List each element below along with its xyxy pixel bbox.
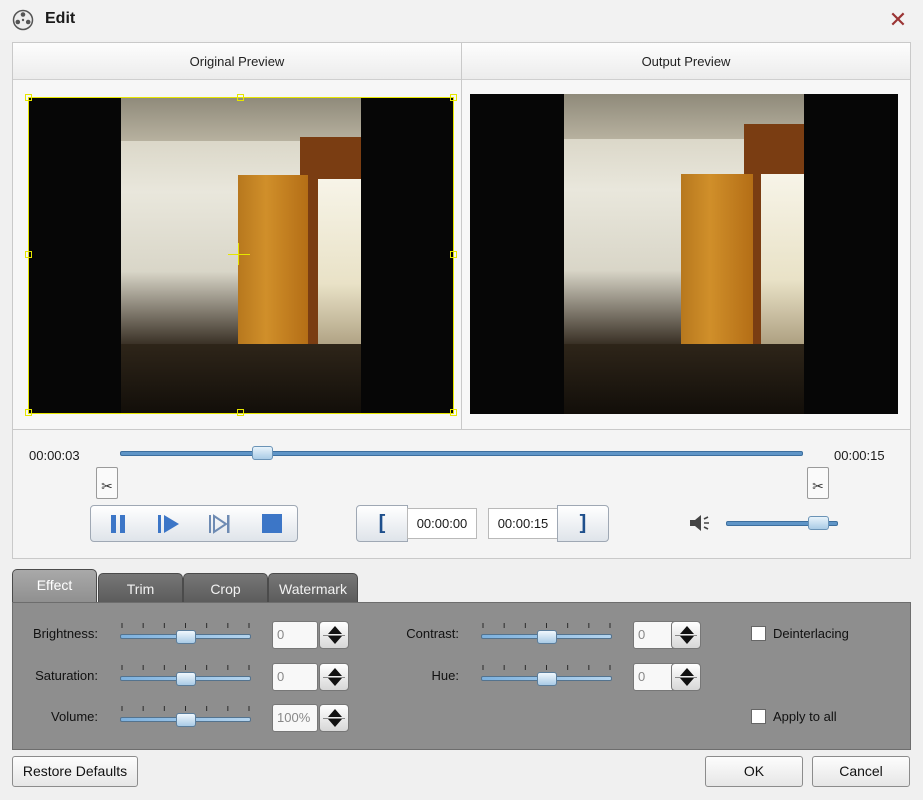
volume-label: Volume: [51, 709, 98, 724]
timeline-track[interactable] [120, 451, 803, 456]
scissors-icon: ✂ [101, 478, 113, 494]
apply-to-all-label: Apply to all [773, 709, 837, 724]
play-icon[interactable] [155, 512, 181, 536]
deinterlacing-label: Deinterlacing [773, 626, 849, 641]
tab-watermark[interactable]: Watermark [268, 573, 358, 603]
brightness-spinner-icon[interactable] [319, 621, 349, 649]
saturation-slider[interactable] [120, 664, 251, 686]
slider-knob[interactable] [175, 713, 196, 727]
title-bar: Edit ✕ [0, 0, 923, 40]
crop-handle[interactable] [450, 94, 457, 101]
volume-thumb[interactable] [807, 516, 829, 530]
contrast-slider[interactable] [481, 622, 612, 644]
current-time-label: 00:00:03 [29, 448, 80, 463]
hue-spinner-icon[interactable] [671, 663, 701, 691]
slider-knob[interactable] [175, 630, 196, 644]
crop-handle[interactable] [25, 409, 32, 416]
slider-knob[interactable] [536, 672, 557, 686]
saturation-label: Saturation: [35, 668, 98, 683]
saturation-value[interactable]: 0 [272, 663, 318, 691]
volume-slider[interactable] [120, 705, 251, 727]
cancel-button[interactable]: Cancel [812, 756, 910, 787]
preview-divider [461, 43, 462, 429]
tab-effect[interactable]: Effect [12, 569, 97, 603]
crop-handle[interactable] [25, 251, 32, 258]
tab-trim[interactable]: Trim [98, 573, 183, 603]
timeline-thumb[interactable] [252, 446, 274, 460]
crop-selection-box[interactable] [28, 97, 454, 414]
playback-controls [90, 505, 298, 542]
original-preview-header: Original Preview [13, 43, 461, 80]
volume-value[interactable]: 100% [272, 704, 318, 732]
film-reel-icon [12, 9, 34, 31]
hue-label: Hue: [431, 668, 459, 683]
slider-ticks [482, 665, 611, 670]
slider-ticks [482, 623, 611, 628]
ok-button[interactable]: OK [705, 756, 803, 787]
contrast-label: Contrast: [406, 626, 459, 641]
tab-crop[interactable]: Crop [183, 573, 268, 603]
stop-icon[interactable] [259, 512, 285, 536]
preview-area: Original Preview Output Preview [12, 42, 911, 430]
crosshair-icon [238, 243, 239, 265]
hue-slider[interactable] [481, 664, 612, 686]
slider-knob[interactable] [175, 672, 196, 686]
crosshair-icon [228, 254, 250, 255]
next-frame-icon[interactable] [207, 512, 233, 536]
apply-to-all-checkbox[interactable] [751, 709, 766, 724]
output-video-frame [470, 94, 898, 414]
total-time-label: 00:00:15 [834, 448, 885, 463]
start-time-field[interactable]: 00:00:00 [407, 508, 477, 539]
restore-defaults-button[interactable]: Restore Defaults [12, 756, 138, 787]
slider-knob[interactable] [536, 630, 557, 644]
saturation-spinner-icon[interactable] [319, 663, 349, 691]
crop-handle[interactable] [237, 409, 244, 416]
crop-handle[interactable] [450, 251, 457, 258]
trim-start-marker[interactable]: ✂ [96, 467, 118, 499]
window-title: Edit [45, 10, 76, 27]
set-end-button[interactable]: ] [557, 505, 609, 542]
slider-ticks [121, 623, 250, 628]
set-start-button[interactable]: [ [356, 505, 408, 542]
brightness-label: Brightness: [32, 626, 98, 641]
brightness-value[interactable]: 0 [272, 621, 318, 649]
trim-end-marker[interactable]: ✂ [807, 467, 829, 499]
crop-handle[interactable] [25, 94, 32, 101]
scissors-icon: ✂ [812, 478, 824, 494]
brightness-slider[interactable] [120, 622, 251, 644]
output-preview-header: Output Preview [462, 43, 910, 80]
end-time-field[interactable]: 00:00:15 [488, 508, 558, 539]
pause-icon[interactable] [105, 512, 131, 536]
speaker-icon[interactable] [688, 513, 712, 533]
slider-ticks [121, 706, 250, 711]
crop-handle[interactable] [450, 409, 457, 416]
crop-handle[interactable] [237, 94, 244, 101]
close-icon[interactable]: ✕ [885, 6, 911, 34]
deinterlacing-checkbox[interactable] [751, 626, 766, 641]
contrast-spinner-icon[interactable] [671, 621, 701, 649]
volume-spinner-icon[interactable] [319, 704, 349, 732]
slider-ticks [121, 665, 250, 670]
